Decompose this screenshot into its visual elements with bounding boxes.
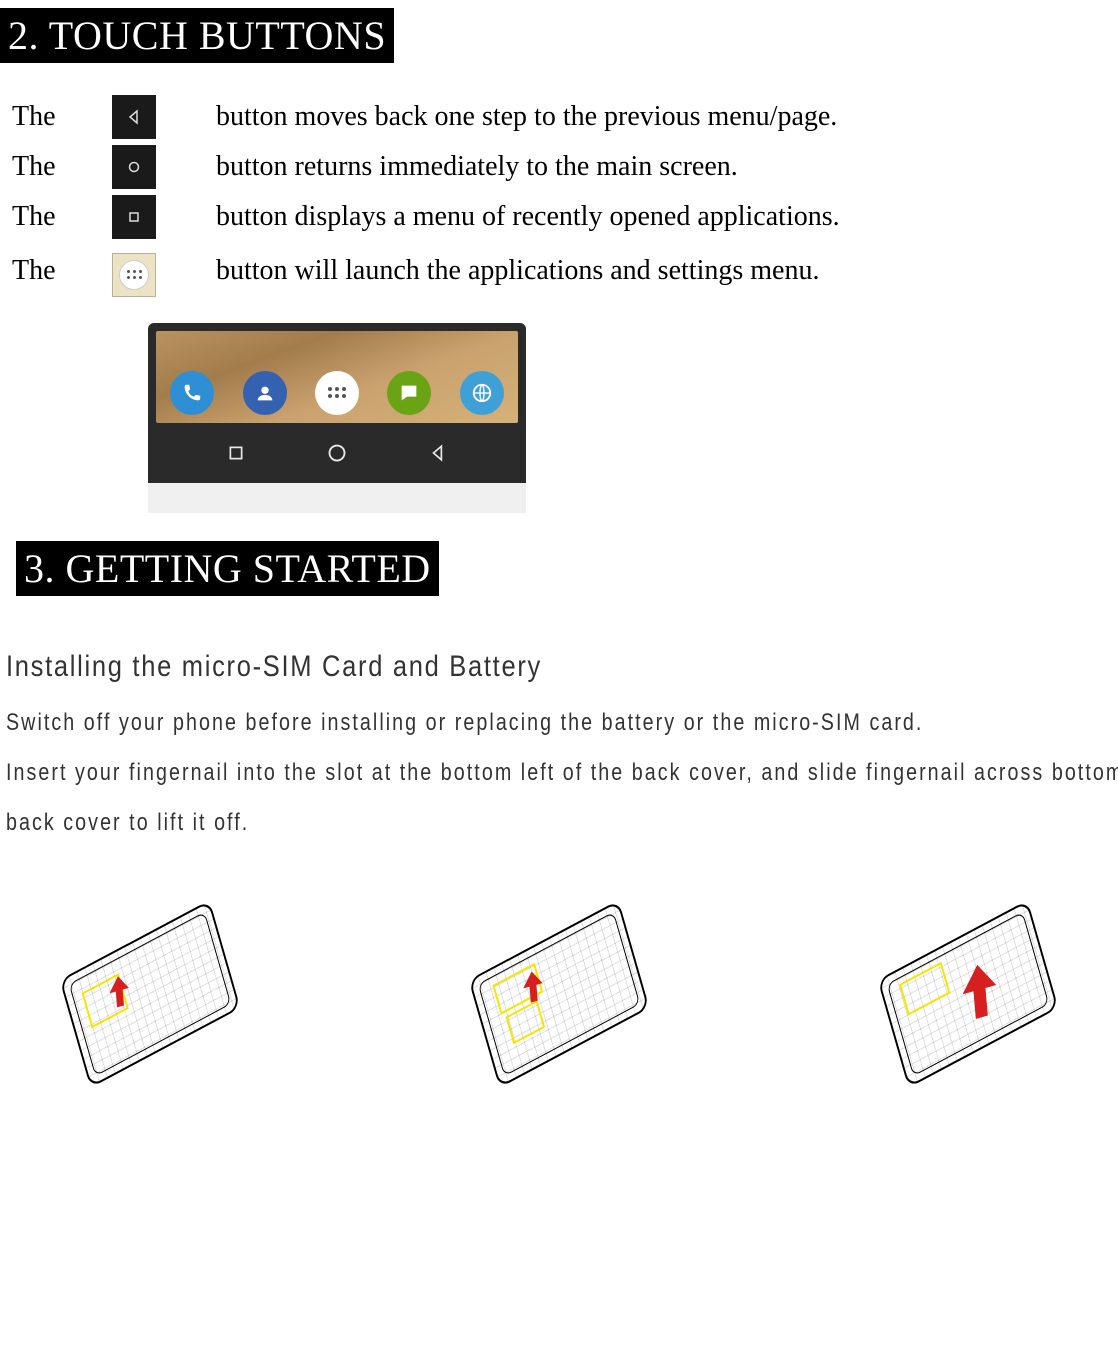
the-label: The	[12, 245, 112, 297]
apps-launcher-icon	[315, 371, 359, 415]
the-label: The	[12, 145, 112, 189]
phone-icon	[170, 371, 214, 415]
apps-grid-icon	[112, 253, 156, 297]
section-3-heading: 3. GETTING STARTED	[16, 541, 439, 596]
insert-battery-diagram	[828, 899, 1108, 1089]
icon-cell	[112, 245, 212, 297]
insert-sim-diagram	[419, 899, 699, 1089]
phone-nav-bar	[156, 423, 518, 483]
remove-cover-diagram	[10, 899, 290, 1089]
home-circle-icon	[323, 439, 351, 467]
icon-cell	[112, 145, 212, 189]
body-paragraph-1: Switch off your phone before installing …	[6, 698, 1118, 748]
installing-sim-subheading: Installing the micro-SIM Card and Batter…	[6, 650, 951, 684]
the-label: The	[12, 95, 112, 139]
phone-screen	[156, 331, 518, 423]
body-paragraph-2: Insert your fingernail into the slot at …	[6, 748, 1118, 849]
touch-button-row-home: The button returns immediately to the ma…	[12, 145, 840, 189]
touch-button-desc: button moves back one step to the previo…	[212, 95, 840, 139]
browser-icon	[460, 371, 504, 415]
back-triangle-icon	[112, 95, 156, 139]
touch-button-desc: button will launch the applications and …	[212, 245, 840, 297]
contacts-icon	[243, 371, 287, 415]
icon-cell	[112, 95, 212, 139]
touch-button-row-back: The button moves back one step to the pr…	[12, 95, 840, 139]
back-triangle-icon	[424, 439, 452, 467]
install-diagrams-row	[10, 899, 1108, 1089]
recent-square-icon	[222, 439, 250, 467]
touch-button-row-apps: The button will launch the applications …	[12, 245, 840, 297]
touch-button-desc: button returns immediately to the main s…	[212, 145, 840, 189]
touch-buttons-table: The button moves back one step to the pr…	[12, 89, 840, 303]
phone-bottom-illustration	[148, 323, 526, 513]
messages-icon	[387, 371, 431, 415]
the-label: The	[12, 195, 112, 239]
touch-button-row-recent: The button displays a menu of recently o…	[12, 195, 840, 239]
touch-button-desc: button displays a menu of recently opene…	[212, 195, 840, 239]
section-2-heading: 2. TOUCH BUTTONS	[0, 8, 394, 63]
icon-cell	[112, 195, 212, 239]
home-circle-icon	[112, 145, 156, 189]
recent-square-icon	[112, 195, 156, 239]
